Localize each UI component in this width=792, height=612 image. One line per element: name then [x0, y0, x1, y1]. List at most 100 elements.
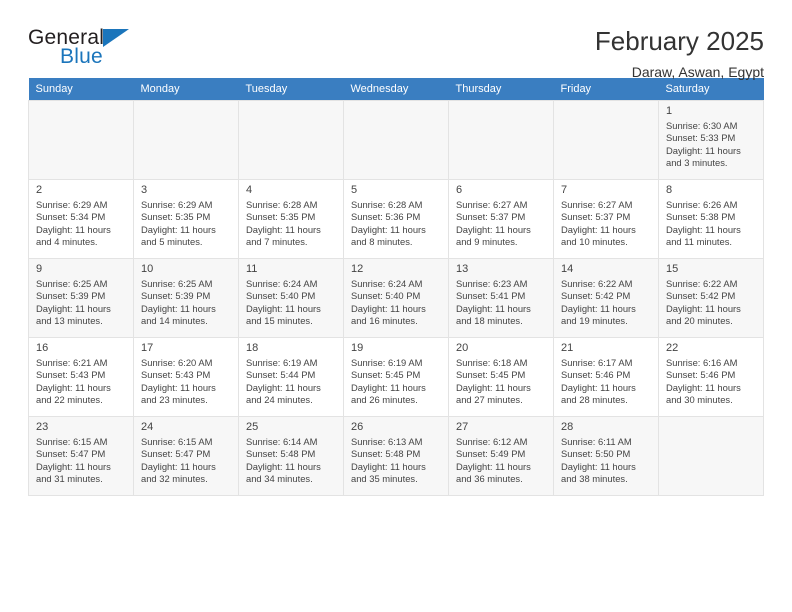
sunset-text: Sunset: 5:42 PM [666, 290, 736, 302]
calendar-day-cell[interactable]: 1 Sunrise: 6:30 AM Sunset: 5:33 PM Daylight… [658, 100, 764, 180]
day-cell-content: 27 Sunrise: 6:12 AM Sunset: 5:49 PM Dayligh… [449, 417, 553, 495]
day-cell-content: 28 Sunrise: 6:11 AM Sunset: 5:50 PM Dayligh… [554, 417, 658, 495]
daylight-text-line2: and 20 minutes. [666, 315, 733, 327]
calendar-day-cell[interactable]: 6 Sunrise: 6:27 AM Sunset: 5:37 PM Daylight… [448, 179, 554, 259]
daylight-text-line2: and 11 minutes. [666, 236, 733, 248]
sunset-text: Sunset: 5:45 PM [351, 369, 421, 381]
page-subtitle: Daraw, Aswan, Egypt [631, 64, 764, 80]
calendar-day-cell[interactable]: 28 Sunrise: 6:11 AM Sunset: 5:50 PM Dayligh… [553, 416, 659, 496]
calendar-day-cell[interactable]: 24 Sunrise: 6:15 AM Sunset: 5:47 PM Dayligh… [133, 416, 239, 496]
daylight-text-line2: and 14 minutes. [141, 315, 208, 327]
calendar-day-cell-empty [238, 100, 344, 180]
day-number: 6 [456, 184, 463, 196]
day-cell-content: 19 Sunrise: 6:19 AM Sunset: 5:45 PM Dayligh… [344, 338, 448, 416]
day-cell-content: 17 Sunrise: 6:20 AM Sunset: 5:43 PM Dayligh… [134, 338, 238, 416]
calendar-day-cell[interactable]: 18 Sunrise: 6:19 AM Sunset: 5:44 PM Dayligh… [238, 337, 344, 417]
day-number: 10 [141, 263, 154, 275]
sunset-text: Sunset: 5:46 PM [666, 369, 736, 381]
calendar-day-cell[interactable]: 5 Sunrise: 6:28 AM Sunset: 5:36 PM Daylight… [343, 179, 449, 259]
calendar-day-cell[interactable]: 8 Sunrise: 6:26 AM Sunset: 5:38 PM Daylight… [658, 179, 764, 259]
daylight-text-line2: and 30 minutes. [666, 394, 733, 406]
daylight-text-line1: Daylight: 11 hours [351, 223, 426, 235]
day-cell-content: 24 Sunrise: 6:15 AM Sunset: 5:47 PM Dayligh… [134, 417, 238, 495]
day-cell-content: 9 Sunrise: 6:25 AM Sunset: 5:39 PM Daylight… [29, 259, 133, 337]
day-cell-content: 16 Sunrise: 6:21 AM Sunset: 5:43 PM Dayligh… [29, 338, 133, 416]
calendar-day-cell[interactable]: 13 Sunrise: 6:23 AM Sunset: 5:41 PM Dayligh… [448, 258, 554, 338]
calendar-day-cell[interactable]: 22 Sunrise: 6:16 AM Sunset: 5:46 PM Dayligh… [658, 337, 764, 417]
calendar-week-row: 16 Sunrise: 6:21 AM Sunset: 5:43 PM Dayligh… [28, 337, 764, 417]
calendar-day-cell[interactable]: 3 Sunrise: 6:29 AM Sunset: 5:35 PM Daylight… [133, 179, 239, 259]
day-cell-content: 15 Sunrise: 6:22 AM Sunset: 5:42 PM Dayligh… [659, 259, 763, 337]
day-number: 23 [36, 421, 49, 433]
day-sun-info: Sunrise: 6:30 AM Sunset: 5:33 PM Daylight:… [666, 120, 757, 170]
day-sun-info: Sunrise: 6:15 AM Sunset: 5:47 PM Daylight:… [36, 436, 127, 486]
sunrise-text: Sunrise: 6:28 AM [351, 199, 423, 210]
day-number: 16 [36, 342, 49, 354]
day-number: 14 [561, 263, 574, 275]
day-sun-info: Sunrise: 6:18 AM Sunset: 5:45 PM Daylight:… [456, 357, 547, 407]
calendar-day-cell[interactable]: 16 Sunrise: 6:21 AM Sunset: 5:43 PM Dayligh… [28, 337, 134, 417]
calendar-day-cell[interactable]: 26 Sunrise: 6:13 AM Sunset: 5:48 PM Dayligh… [343, 416, 449, 496]
calendar-day-cell[interactable]: 9 Sunrise: 6:25 AM Sunset: 5:39 PM Daylight… [28, 258, 134, 338]
day-cell-content: 12 Sunrise: 6:24 AM Sunset: 5:40 PM Dayligh… [344, 259, 448, 337]
calendar-day-cell[interactable]: 15 Sunrise: 6:22 AM Sunset: 5:42 PM Dayligh… [658, 258, 764, 338]
day-cell-content: 18 Sunrise: 6:19 AM Sunset: 5:44 PM Dayligh… [239, 338, 343, 416]
day-sun-info: Sunrise: 6:24 AM Sunset: 5:40 PM Daylight:… [246, 278, 337, 328]
logo-general-blue[interactable]: General Blue [28, 26, 148, 74]
calendar-day-cell[interactable]: 17 Sunrise: 6:20 AM Sunset: 5:43 PM Dayligh… [133, 337, 239, 417]
day-sun-info: Sunrise: 6:23 AM Sunset: 5:41 PM Daylight:… [456, 278, 547, 328]
day-sun-info: Sunrise: 6:21 AM Sunset: 5:43 PM Daylight:… [36, 357, 127, 407]
sunset-text: Sunset: 5:35 PM [246, 211, 316, 223]
daylight-text-line1: Daylight: 11 hours [351, 460, 426, 472]
day-number: 5 [351, 184, 358, 196]
calendar-day-cell[interactable]: 27 Sunrise: 6:12 AM Sunset: 5:49 PM Dayligh… [448, 416, 554, 496]
calendar-day-cell[interactable]: 4 Sunrise: 6:28 AM Sunset: 5:35 PM Daylight… [238, 179, 344, 259]
daylight-text-line2: and 28 minutes. [561, 394, 628, 406]
calendar-page: General Blue February 2025 Daraw, Aswan,… [0, 0, 792, 612]
day-number: 25 [246, 421, 259, 433]
calendar-day-cell[interactable]: 10 Sunrise: 6:25 AM Sunset: 5:39 PM Dayligh… [133, 258, 239, 338]
daylight-text-line2: and 31 minutes. [36, 473, 103, 485]
day-sun-info: Sunrise: 6:29 AM Sunset: 5:34 PM Daylight:… [36, 199, 127, 249]
daylight-text-line1: Daylight: 11 hours [666, 144, 741, 156]
day-sun-info: Sunrise: 6:24 AM Sunset: 5:40 PM Daylight:… [351, 278, 442, 328]
calendar-day-cell[interactable]: 19 Sunrise: 6:19 AM Sunset: 5:45 PM Dayligh… [343, 337, 449, 417]
day-sun-info: Sunrise: 6:15 AM Sunset: 5:47 PM Daylight:… [141, 436, 232, 486]
sunrise-text: Sunrise: 6:19 AM [246, 357, 318, 368]
sunrise-text: Sunrise: 6:27 AM [456, 199, 528, 210]
day-cell-content: 23 Sunrise: 6:15 AM Sunset: 5:47 PM Dayligh… [29, 417, 133, 495]
day-cell-content: 11 Sunrise: 6:24 AM Sunset: 5:40 PM Dayligh… [239, 259, 343, 337]
daylight-text-line2: and 26 minutes. [351, 394, 418, 406]
sunset-text: Sunset: 5:45 PM [456, 369, 526, 381]
sunset-text: Sunset: 5:46 PM [561, 369, 631, 381]
calendar-day-cell[interactable]: 12 Sunrise: 6:24 AM Sunset: 5:40 PM Dayligh… [343, 258, 449, 338]
day-number: 22 [666, 342, 679, 354]
sunrise-text: Sunrise: 6:20 AM [141, 357, 213, 368]
calendar-day-cell[interactable]: 20 Sunrise: 6:18 AM Sunset: 5:45 PM Dayligh… [448, 337, 554, 417]
day-number: 3 [141, 184, 148, 196]
day-sun-info: Sunrise: 6:13 AM Sunset: 5:48 PM Daylight:… [351, 436, 442, 486]
sunrise-text: Sunrise: 6:29 AM [36, 199, 108, 210]
daylight-text-line2: and 4 minutes. [36, 236, 98, 248]
calendar-day-cell[interactable]: 2 Sunrise: 6:29 AM Sunset: 5:34 PM Daylight… [28, 179, 134, 259]
daylight-text-line1: Daylight: 11 hours [246, 302, 321, 314]
daylight-text-line2: and 8 minutes. [351, 236, 413, 248]
day-cell-content: 6 Sunrise: 6:27 AM Sunset: 5:37 PM Daylight… [449, 180, 553, 258]
calendar-day-cell[interactable]: 25 Sunrise: 6:14 AM Sunset: 5:48 PM Dayligh… [238, 416, 344, 496]
calendar-day-cell[interactable]: 21 Sunrise: 6:17 AM Sunset: 5:46 PM Dayligh… [553, 337, 659, 417]
sunrise-text: Sunrise: 6:22 AM [561, 278, 633, 289]
calendar-day-cell[interactable]: 7 Sunrise: 6:27 AM Sunset: 5:37 PM Daylight… [553, 179, 659, 259]
sunrise-text: Sunrise: 6:24 AM [246, 278, 318, 289]
calendar-day-cell[interactable]: 23 Sunrise: 6:15 AM Sunset: 5:47 PM Dayligh… [28, 416, 134, 496]
daylight-text-line1: Daylight: 11 hours [36, 460, 111, 472]
daylight-text-line1: Daylight: 11 hours [456, 302, 531, 314]
calendar-week-row: 1 Sunrise: 6:30 AM Sunset: 5:33 PM Daylight… [28, 100, 764, 180]
daylight-text-line2: and 27 minutes. [456, 394, 523, 406]
sunset-text: Sunset: 5:49 PM [456, 448, 526, 460]
sunrise-text: Sunrise: 6:18 AM [456, 357, 528, 368]
calendar-day-cell[interactable]: 14 Sunrise: 6:22 AM Sunset: 5:42 PM Dayligh… [553, 258, 659, 338]
sunset-text: Sunset: 5:37 PM [561, 211, 631, 223]
calendar-day-cell-empty [448, 100, 554, 180]
calendar-day-cell[interactable]: 11 Sunrise: 6:24 AM Sunset: 5:40 PM Dayligh… [238, 258, 344, 338]
day-cell-content: 20 Sunrise: 6:18 AM Sunset: 5:45 PM Dayligh… [449, 338, 553, 416]
